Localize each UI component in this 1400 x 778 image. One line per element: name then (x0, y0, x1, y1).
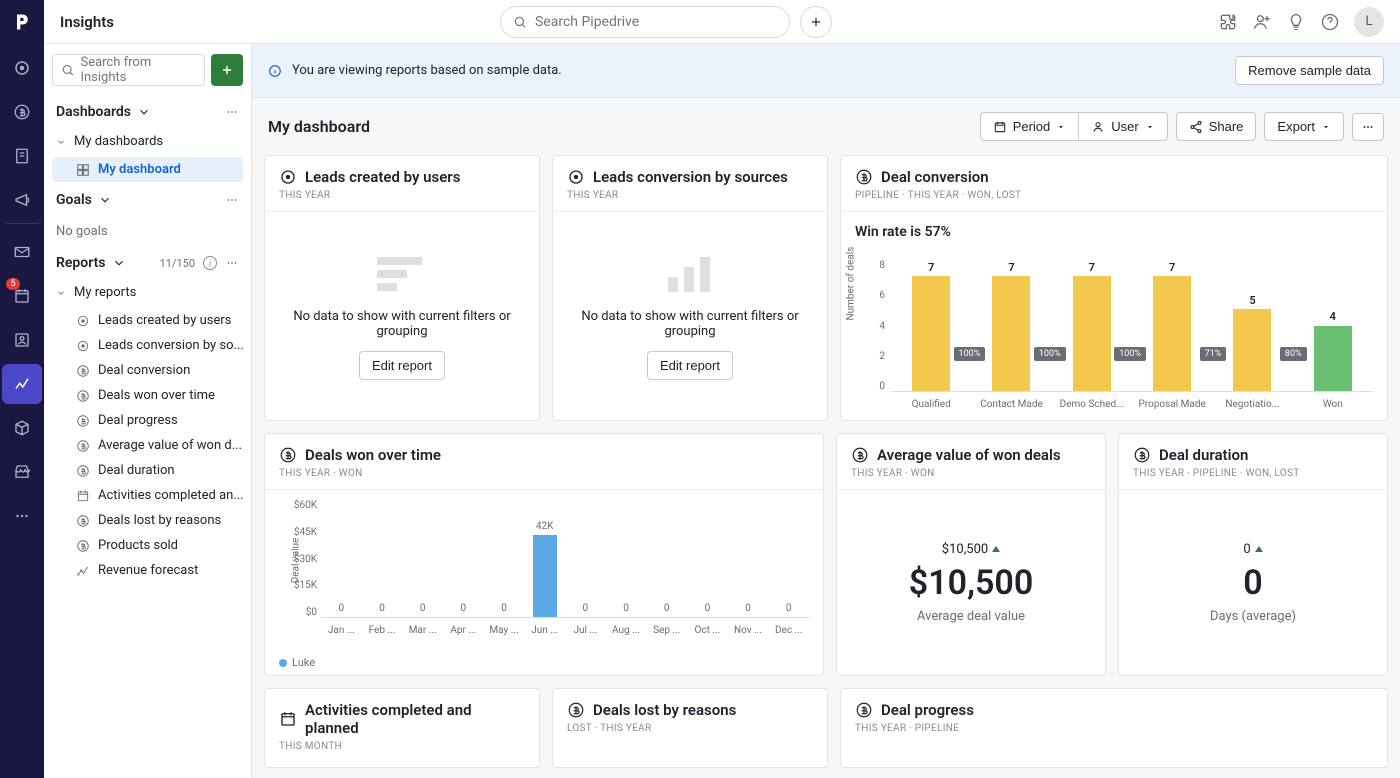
no-goals: No goals (52, 218, 243, 245)
content-area: You are viewing reports based on sample … (252, 44, 1400, 778)
trend-up-icon (1255, 546, 1263, 552)
info-icon[interactable]: i (203, 256, 217, 270)
report-item[interactable]: Deal conversion (52, 358, 243, 383)
rail-more[interactable] (2, 496, 42, 536)
rail-products[interactable] (2, 408, 42, 448)
share-button[interactable]: Share (1176, 112, 1257, 141)
invite-icon[interactable] (1252, 12, 1272, 32)
report-item[interactable]: Products sold (52, 533, 243, 558)
funnel-chart: Number of deals 86420 7100%7100%7100%771… (891, 260, 1373, 410)
rail-activities[interactable]: 5 (2, 276, 42, 316)
goals-section[interactable]: Goals (52, 186, 243, 214)
rail-projects[interactable] (2, 136, 42, 176)
more-icon[interactable] (225, 256, 239, 270)
help-icon[interactable] (1320, 12, 1340, 32)
card-leads-sources[interactable]: Leads conversion by sources THIS YEAR No… (552, 155, 828, 421)
puzzle-icon[interactable] (1218, 12, 1238, 32)
global-search[interactable]: Search Pipedrive (500, 6, 790, 38)
logo-icon (10, 10, 34, 34)
more-icon[interactable] (225, 105, 239, 119)
rail-mail[interactable] (2, 232, 42, 272)
my-reports-node[interactable]: My reports (52, 281, 243, 304)
card-deal-conversion[interactable]: Deal conversion PIPELINE · THIS YEAR · W… (840, 155, 1388, 421)
winrate-text: Win rate is 57% (841, 212, 1387, 244)
sample-data-notice: You are viewing reports based on sample … (252, 44, 1400, 98)
empty-chart-icon (660, 252, 720, 297)
target-icon (567, 168, 585, 186)
sidebar-search[interactable]: Search from Insights (52, 54, 205, 86)
target-icon (279, 168, 297, 186)
rail-marketplace[interactable] (2, 452, 42, 492)
rail-deals[interactable] (2, 92, 42, 132)
report-item[interactable]: Leads created by users (52, 308, 243, 333)
card-activities[interactable]: Activities completed and planned THIS MO… (264, 688, 540, 768)
report-item[interactable]: Leads conversion by so... (52, 333, 243, 358)
report-item[interactable]: Revenue forecast (52, 558, 243, 583)
dollar-icon (855, 701, 873, 719)
my-dashboard-item[interactable]: My dashboard (52, 157, 243, 182)
card-duration[interactable]: Deal duration THIS YEAR · PIPELINE · WON… (1118, 433, 1388, 676)
report-item[interactable]: Deal duration (52, 458, 243, 483)
dollar-icon (279, 446, 297, 464)
search-icon (513, 15, 527, 29)
kpi-value: $10,500 (909, 563, 1034, 603)
rail-campaigns[interactable] (2, 180, 42, 224)
card-won-over-time[interactable]: Deals won over time THIS YEAR · WON Deal… (264, 433, 824, 676)
user-button[interactable]: User (1079, 112, 1167, 141)
my-dashboards-node[interactable]: My dashboards (52, 130, 243, 153)
reports-section[interactable]: Reports 11/150i (52, 249, 243, 277)
card-deal-progress[interactable]: Deal progress THIS YEAR · PIPELINE (840, 688, 1388, 768)
export-button[interactable]: Export (1264, 112, 1344, 141)
card-leads-users[interactable]: Leads created by users THIS YEAR No data… (264, 155, 540, 421)
trend-up-icon (992, 546, 1000, 552)
quick-add-button[interactable] (800, 6, 832, 38)
monthly-chart: Deal value $60K$45K$30K$15K$0 0000042K00… (321, 500, 809, 640)
calendar-icon (993, 120, 1007, 134)
empty-chart-icon (372, 252, 432, 297)
rail-leads[interactable] (2, 48, 42, 88)
more-icon[interactable] (225, 193, 239, 207)
nav-rail: 5 (0, 0, 44, 778)
dashboard-title: My dashboard (268, 117, 370, 136)
dollar-icon (567, 701, 585, 719)
report-item[interactable]: Average value of won d... (52, 433, 243, 458)
rail-badge: 5 (6, 278, 20, 290)
chevron-down-icon (112, 256, 126, 270)
dashboard-icon (76, 163, 90, 177)
edit-report-button[interactable]: Edit report (359, 351, 445, 380)
insights-sidebar: Search from Insights Dashboards My dashb… (44, 44, 252, 778)
topbar: Insights Search Pipedrive L (44, 0, 1400, 44)
rail-insights[interactable] (2, 364, 42, 404)
chevron-down-icon (137, 105, 151, 119)
info-icon (268, 64, 282, 78)
remove-sample-button[interactable]: Remove sample data (1235, 56, 1384, 85)
report-item[interactable]: Deals lost by reasons (52, 508, 243, 533)
dashboards-section[interactable]: Dashboards (52, 98, 243, 126)
page-title: Insights (60, 13, 114, 31)
report-item[interactable]: Deals won over time (52, 383, 243, 408)
share-icon (1189, 120, 1203, 134)
search-icon (61, 63, 74, 77)
add-button[interactable] (211, 54, 243, 86)
report-item[interactable]: Activities completed an... (52, 483, 243, 508)
card-lost-reasons[interactable]: Deals lost by reasons LOST · THIS YEAR (552, 688, 828, 768)
period-button[interactable]: Period (980, 112, 1080, 141)
report-item[interactable]: Deal progress (52, 408, 243, 433)
dollar-icon (855, 168, 873, 186)
calendar-icon (279, 710, 297, 728)
avatar[interactable]: L (1354, 7, 1384, 37)
bulb-icon[interactable] (1286, 12, 1306, 32)
chart-legend: Luke (265, 650, 823, 675)
chevron-down-icon (98, 193, 112, 207)
edit-report-button[interactable]: Edit report (647, 351, 733, 380)
dashboard-more-button[interactable] (1352, 113, 1384, 141)
dollar-icon (1133, 446, 1151, 464)
dollar-icon (851, 446, 869, 464)
kpi-value: 0 (1243, 563, 1262, 603)
card-avg-value[interactable]: Average value of won deals THIS YEAR · W… (836, 433, 1106, 676)
user-icon (1091, 120, 1105, 134)
rail-contacts[interactable] (2, 320, 42, 360)
